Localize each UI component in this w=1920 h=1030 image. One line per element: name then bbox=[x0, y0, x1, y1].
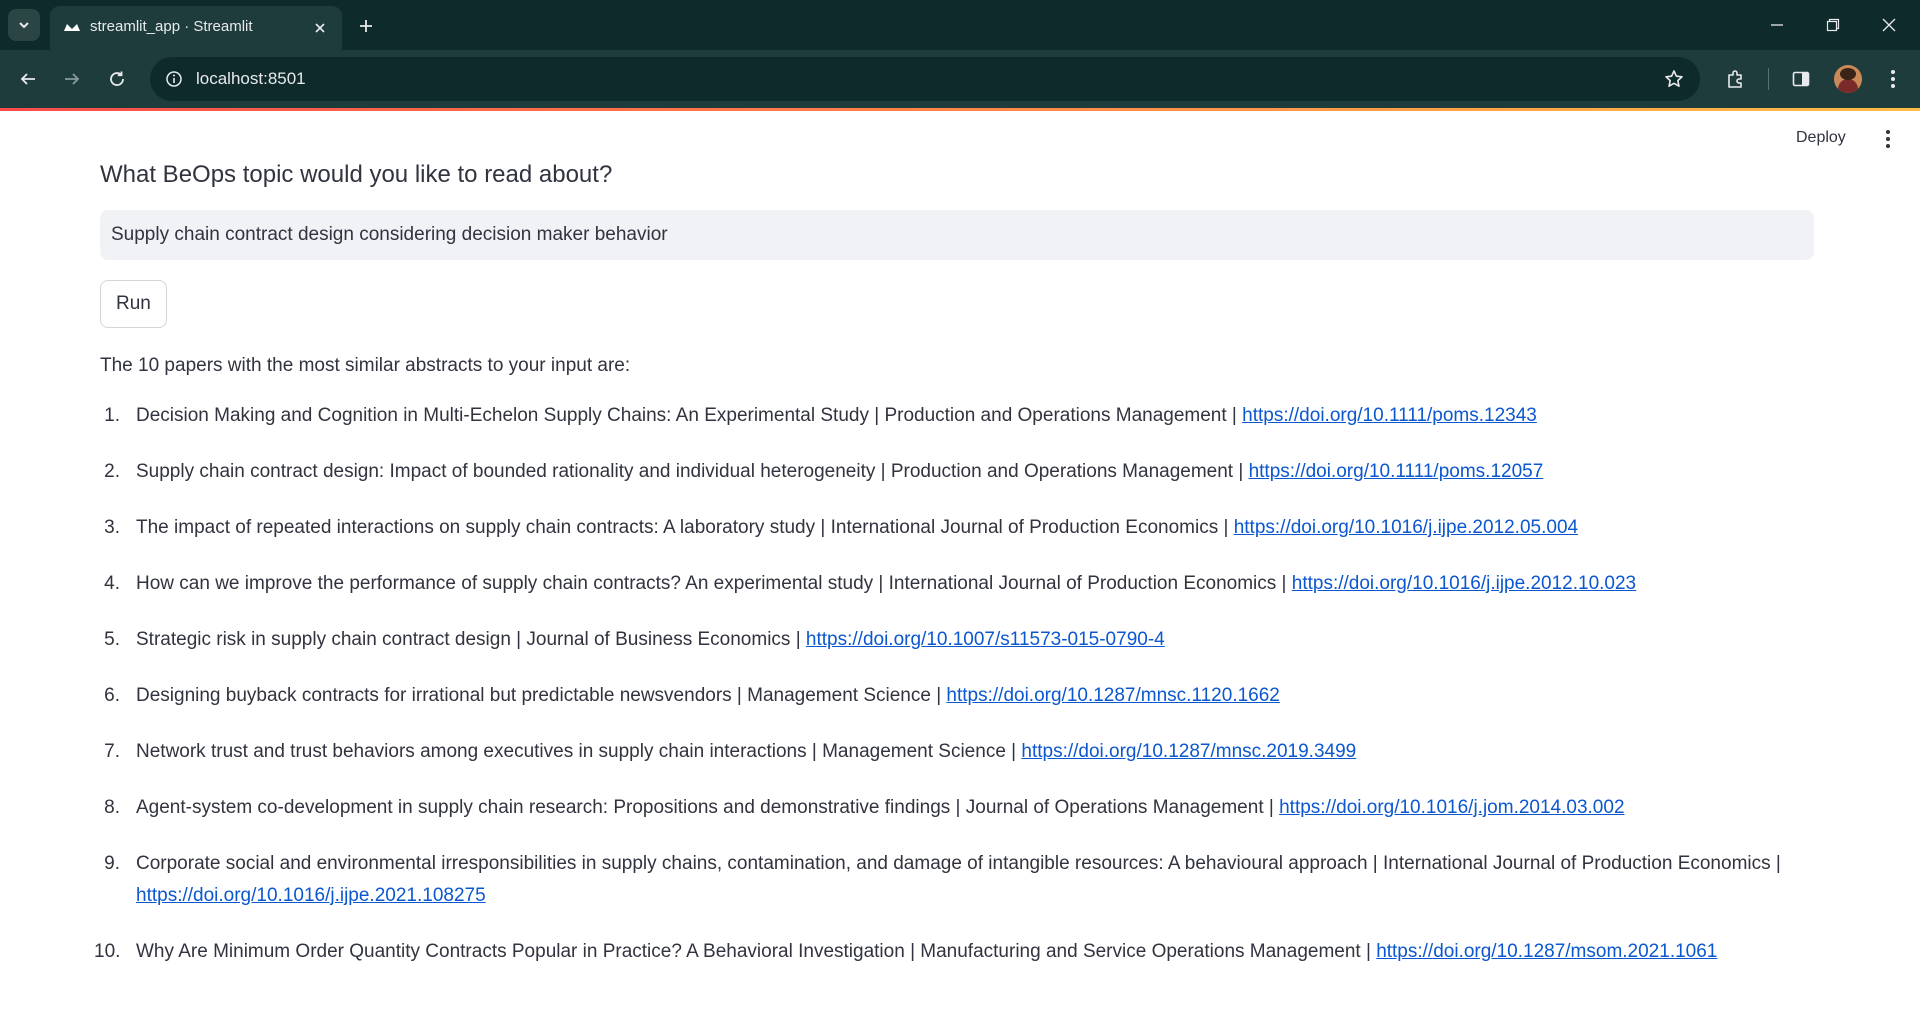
result-item: 3. The impact of repeated interactions on… bbox=[100, 512, 1814, 544]
close-icon bbox=[315, 23, 325, 33]
result-citation: The impact of repeated interactions on s… bbox=[136, 517, 1234, 538]
close-window-button[interactable] bbox=[1872, 8, 1906, 42]
result-number: 6. bbox=[104, 685, 120, 706]
result-number: 10. bbox=[94, 941, 121, 962]
forward-icon bbox=[65, 73, 80, 85]
result-doi-link[interactable]: https://doi.org/10.1007/s11573-015-0790-… bbox=[806, 629, 1165, 650]
result-item: 1. Decision Making and Cognition in Multi… bbox=[100, 400, 1814, 432]
browser-toolbar: localhost:8501 bbox=[0, 50, 1920, 108]
result-item: 10. Why Are Minimum Order Quantity Contra… bbox=[94, 936, 1814, 968]
result-item: 9. Corporate social and environmental irr… bbox=[100, 848, 1814, 912]
address-bar[interactable]: localhost:8501 bbox=[150, 57, 1700, 101]
result-number: 2. bbox=[104, 461, 120, 482]
tab-close-button[interactable] bbox=[308, 16, 332, 40]
url-text[interactable]: localhost:8501 bbox=[196, 69, 306, 89]
result-doi-link[interactable]: https://doi.org/10.1016/j.ijpe.2021.1082… bbox=[136, 885, 486, 906]
streamlit-favicon bbox=[64, 24, 80, 31]
result-doi-link[interactable]: https://doi.org/10.1111/poms.12057 bbox=[1249, 461, 1544, 482]
back-button[interactable] bbox=[12, 63, 44, 95]
result-citation: Designing buyback contracts for irration… bbox=[136, 685, 947, 706]
app-main-menu-button[interactable] bbox=[1876, 127, 1900, 151]
kebab-menu-icon bbox=[1886, 130, 1890, 148]
side-panel-icon bbox=[1792, 71, 1810, 87]
browser-menu-button[interactable] bbox=[1878, 64, 1908, 94]
restore-button[interactable] bbox=[1816, 8, 1850, 42]
browser-tab[interactable]: streamlit_app · Streamlit bbox=[50, 6, 342, 50]
result-number: 9. bbox=[104, 853, 120, 874]
restore-icon bbox=[1826, 18, 1840, 32]
result-doi-link[interactable]: https://doi.org/10.1016/j.ijpe.2012.05.0… bbox=[1234, 517, 1578, 538]
site-info-button[interactable] bbox=[162, 67, 186, 91]
extensions-button[interactable] bbox=[1720, 64, 1750, 94]
kebab-menu-icon bbox=[1891, 70, 1895, 88]
run-button[interactable]: Run bbox=[100, 280, 167, 328]
app-header: Deploy bbox=[0, 111, 1920, 167]
minimize-icon bbox=[1771, 24, 1783, 26]
result-number: 4. bbox=[104, 573, 120, 594]
forward-button[interactable] bbox=[56, 63, 88, 95]
minimize-button[interactable] bbox=[1760, 8, 1794, 42]
result-doi-link[interactable]: https://doi.org/10.1111/poms.12343 bbox=[1242, 405, 1537, 426]
topic-input[interactable] bbox=[100, 210, 1814, 260]
browser-tab-bar: streamlit_app · Streamlit bbox=[0, 0, 1920, 50]
reload-icon bbox=[110, 71, 124, 86]
tab-search-button[interactable] bbox=[8, 9, 40, 41]
result-number: 3. bbox=[104, 517, 120, 538]
reload-button[interactable] bbox=[101, 63, 133, 95]
result-doi-link[interactable]: https://doi.org/10.1016/j.jom.2014.03.00… bbox=[1279, 797, 1624, 818]
star-icon bbox=[1665, 70, 1683, 87]
result-doi-link[interactable]: https://doi.org/10.1287/mnsc.1120.1662 bbox=[946, 685, 1279, 706]
result-doi-link[interactable]: https://doi.org/10.1287/mnsc.2019.3499 bbox=[1021, 741, 1356, 762]
result-number: 1. bbox=[104, 405, 120, 426]
result-item: 6. Designing buyback contracts for irrati… bbox=[100, 680, 1814, 712]
chevron-down-icon bbox=[19, 22, 29, 29]
extensions-icon bbox=[1728, 70, 1742, 88]
result-item: 8. Agent-system co-development in supply … bbox=[100, 792, 1814, 824]
close-window-icon bbox=[1882, 18, 1896, 32]
bookmark-button[interactable] bbox=[1662, 67, 1686, 91]
result-number: 7. bbox=[104, 741, 120, 762]
result-citation: Why Are Minimum Order Quantity Contracts… bbox=[136, 941, 1377, 962]
result-item: 5. Strategic risk in supply chain contrac… bbox=[100, 624, 1814, 656]
tab-title: streamlit_app · Streamlit bbox=[90, 18, 253, 35]
side-panel-button[interactable] bbox=[1786, 64, 1816, 94]
result-number: 5. bbox=[104, 629, 120, 650]
deploy-button[interactable]: Deploy bbox=[1796, 129, 1846, 147]
result-item: 7. Network trust and trust behaviors amon… bbox=[100, 736, 1814, 768]
result-item: 2. Supply chain contract design: Impact o… bbox=[100, 456, 1814, 488]
new-tab-button[interactable] bbox=[352, 12, 380, 40]
main-content: What BeOps topic would you like to read … bbox=[94, 160, 1814, 992]
result-doi-link[interactable]: https://doi.org/10.1287/msom.2021.1061 bbox=[1376, 941, 1717, 962]
results-intro: The 10 papers with the most similar abst… bbox=[100, 355, 631, 376]
result-item: 4. How can we improve the performance of … bbox=[100, 568, 1814, 600]
result-number: 8. bbox=[104, 797, 120, 818]
back-icon bbox=[20, 73, 35, 85]
profile-avatar[interactable] bbox=[1834, 65, 1862, 93]
result-citation: Network trust and trust behaviors among … bbox=[136, 741, 1022, 762]
info-icon bbox=[166, 71, 182, 87]
result-citation: Supply chain contract design: Impact of … bbox=[136, 461, 1249, 482]
result-citation: How can we improve the performance of su… bbox=[136, 573, 1292, 594]
plus-icon bbox=[360, 20, 372, 32]
results-list: 1. Decision Making and Cognition in Multi… bbox=[94, 400, 1814, 968]
result-citation: Decision Making and Cognition in Multi-E… bbox=[136, 405, 1243, 426]
result-doi-link[interactable]: https://doi.org/10.1016/j.ijpe.2012.10.0… bbox=[1292, 573, 1636, 594]
result-citation: Corporate social and environmental irres… bbox=[136, 853, 1781, 874]
topic-input-label: What BeOps topic would you like to read … bbox=[100, 161, 613, 188]
toolbar-separator bbox=[1768, 68, 1769, 90]
result-citation: Strategic risk in supply chain contract … bbox=[136, 629, 806, 650]
result-citation: Agent-system co-development in supply ch… bbox=[136, 797, 1280, 818]
